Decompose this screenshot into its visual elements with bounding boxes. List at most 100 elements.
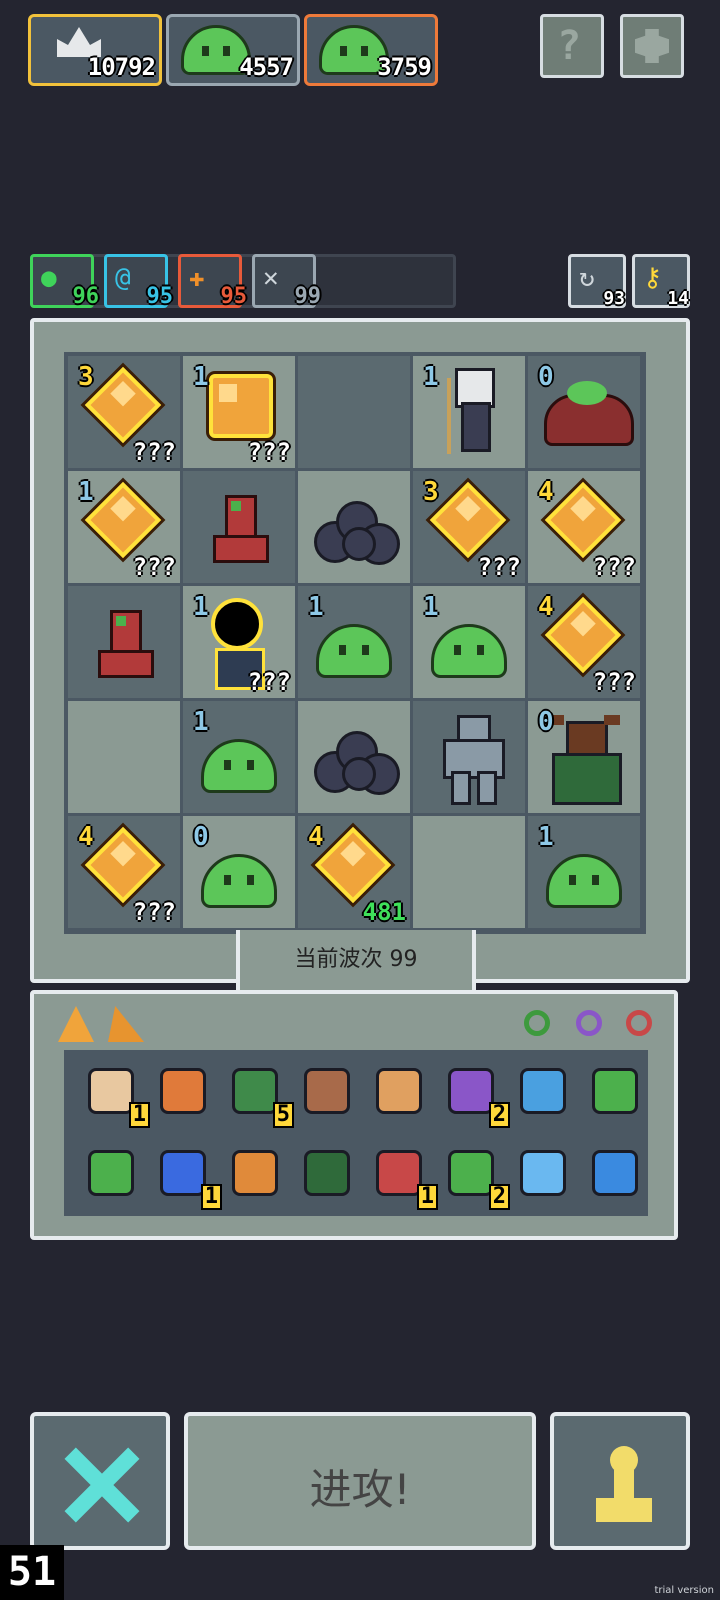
sword-icon (592, 1068, 638, 1114)
level-label: 1 (193, 707, 209, 737)
attack-button[interactable]: 进攻! (184, 1412, 536, 1550)
inventory-item[interactable] (586, 1144, 646, 1204)
mana-icon: @ (115, 263, 131, 293)
board-cell-gem[interactable]: 4??? (528, 471, 640, 583)
sickle-icon (232, 1150, 278, 1196)
unknown-value: ??? (132, 553, 176, 581)
board-cell-gem[interactable]: 3??? (68, 356, 180, 468)
gem-tab-icon (58, 1006, 94, 1042)
stat-mana[interactable]: @ 95 (104, 254, 173, 309)
board-cell-golem[interactable] (413, 701, 525, 813)
hero-button[interactable] (550, 1412, 690, 1550)
inventory-grid: 1 5 2 1 1 2 (64, 1050, 648, 1216)
tab-gems[interactable] (50, 1000, 182, 1048)
slingshot-icon (304, 1068, 350, 1114)
inventory-item[interactable] (370, 1062, 430, 1122)
unknown-value: ??? (132, 898, 176, 926)
inventory-item[interactable] (82, 1144, 142, 1204)
slime-icon (201, 854, 277, 908)
board-cell-gem[interactable]: 4??? (68, 816, 180, 928)
board-cell-empty[interactable] (298, 356, 410, 468)
item-count: 2 (488, 1102, 510, 1128)
rings-tab[interactable] (510, 1000, 674, 1048)
resource-value: 4557 (239, 53, 294, 81)
board-cell-gem[interactable]: 3??? (413, 471, 525, 583)
stat-value: 99 (294, 284, 322, 309)
board-cell-bush[interactable]: 0 (528, 356, 640, 468)
inventory-item[interactable]: 2 (442, 1062, 510, 1128)
gem-icon (429, 481, 507, 559)
stat-value: 95 (220, 284, 248, 309)
potion-icon (448, 1068, 494, 1114)
goblin-icon (232, 1068, 278, 1114)
game-board: 3??? 1??? 1 0 1??? 3??? 4??? 1??? 1 1 4??? 1 0 4??? 0 4… (30, 318, 690, 983)
inventory-item[interactable] (514, 1062, 574, 1122)
board-cell-portal[interactable]: 1??? (183, 586, 295, 698)
board-cell-wizard[interactable]: 1 (413, 356, 525, 468)
ring-green-icon (524, 1010, 550, 1036)
feather-icon (520, 1068, 566, 1114)
slime-icon (201, 739, 277, 793)
board-cell-boot[interactable] (183, 471, 295, 583)
level-label: 0 (538, 707, 554, 737)
gem-icon (84, 481, 162, 559)
cancel-button[interactable] (30, 1412, 170, 1550)
unknown-value: ??? (247, 668, 291, 696)
board-cell-gem[interactable]: 1??? (68, 471, 180, 583)
board-cell-empty[interactable] (413, 816, 525, 928)
refresh-counter[interactable]: ↻ 93 (568, 254, 626, 309)
stat-speed[interactable]: ✕ 99 (252, 254, 321, 309)
board-cell-rocks[interactable] (298, 471, 410, 583)
resource-crown[interactable]: 10792 (28, 14, 162, 86)
inventory-item[interactable] (514, 1144, 574, 1204)
watermark: trial version (654, 1585, 714, 1596)
slime-icon (431, 624, 507, 678)
wings-icon: ✕ (263, 263, 279, 293)
board-cell-slime[interactable]: 1 (298, 586, 410, 698)
inventory-item[interactable]: 2 (442, 1144, 510, 1210)
gem-icon (209, 374, 273, 438)
resource-slime-orange[interactable]: 3759 (304, 14, 438, 86)
key-counter[interactable]: ⚷ 14 (632, 254, 690, 309)
item-count: 2 (488, 1184, 510, 1210)
inventory-item[interactable]: 1 (154, 1144, 222, 1210)
ring-purple-icon (576, 1010, 602, 1036)
refresh-value: 93 (603, 288, 625, 309)
help-button[interactable]: ? (540, 14, 604, 78)
golem-icon (439, 715, 505, 805)
inventory-item[interactable] (586, 1062, 646, 1122)
resource-slime-blue[interactable]: 4557 (166, 14, 300, 86)
inventory-item[interactable] (298, 1062, 358, 1122)
board-cell-minotaur[interactable]: 0 (528, 701, 640, 813)
board-cell-rocks[interactable] (298, 701, 410, 813)
inventory-item[interactable] (298, 1144, 358, 1204)
level-label: 4 (538, 592, 554, 622)
level-label: 1 (193, 362, 209, 392)
board-cell-gem[interactable]: 4??? (528, 586, 640, 698)
board-cell-boot[interactable] (68, 586, 180, 698)
board-cell-slime[interactable]: 0 (183, 816, 295, 928)
inventory-item[interactable] (154, 1062, 214, 1122)
stat-health[interactable]: ● 96 (30, 254, 99, 309)
inventory-item[interactable]: 1 (82, 1062, 150, 1128)
stat-attack[interactable]: ✚ 95 (178, 254, 247, 309)
board-cell-gem-big[interactable]: 1??? (183, 356, 295, 468)
inventory-item[interactable]: 1 (370, 1144, 438, 1210)
board-cell-slime[interactable]: 1 (413, 586, 525, 698)
unknown-value: ??? (477, 553, 521, 581)
wizard-icon (447, 368, 497, 456)
board-cell-slime[interactable]: 1 (183, 701, 295, 813)
pawn-icon (596, 1446, 652, 1522)
inventory-item[interactable] (226, 1144, 286, 1204)
board-cell-empty[interactable] (68, 701, 180, 813)
board-cell-slime[interactable]: 1 (528, 816, 640, 928)
gem-icon (84, 826, 162, 904)
inventory-item[interactable]: 5 (226, 1062, 294, 1128)
question-icon: ? (557, 23, 582, 69)
level-label: 1 (423, 362, 439, 392)
settings-button[interactable] (620, 14, 684, 78)
board-grid: 3??? 1??? 1 0 1??? 3??? 4??? 1??? 1 1 4??? 1 0 4??? 0 4… (64, 352, 646, 934)
slime-icon (316, 624, 392, 678)
step-counter: 51 (0, 1545, 64, 1600)
board-cell-gem[interactable]: 4 481 (298, 816, 410, 928)
